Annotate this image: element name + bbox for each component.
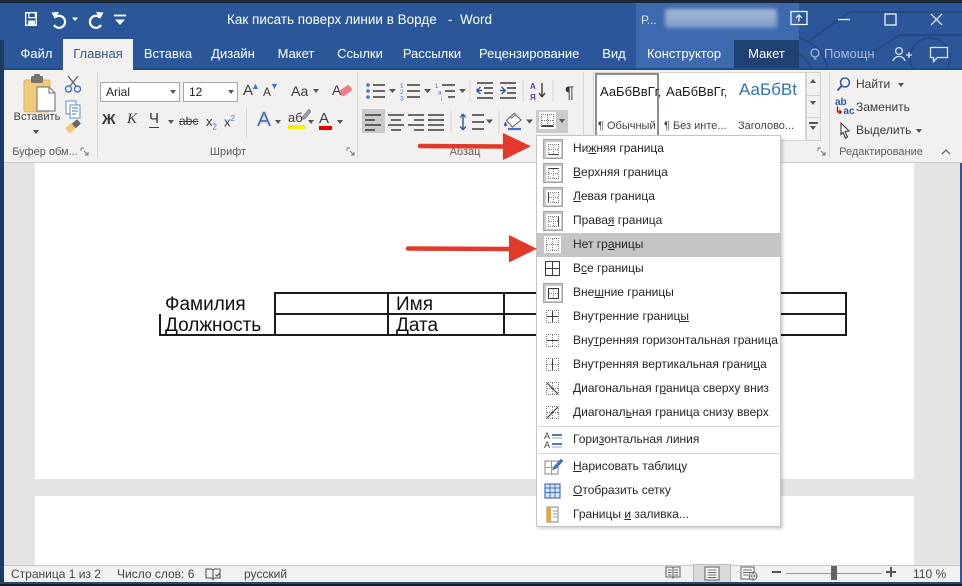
svg-text:А: А (530, 82, 536, 91)
svg-text:3: 3 (400, 96, 404, 103)
svg-text:¶: ¶ (565, 83, 574, 102)
svg-text:Я: Я (530, 93, 536, 102)
svg-text:i: i (441, 97, 442, 102)
svg-text:a: a (438, 91, 442, 97)
svg-text:A: A (544, 440, 550, 450)
svg-text:1: 1 (435, 84, 439, 90)
